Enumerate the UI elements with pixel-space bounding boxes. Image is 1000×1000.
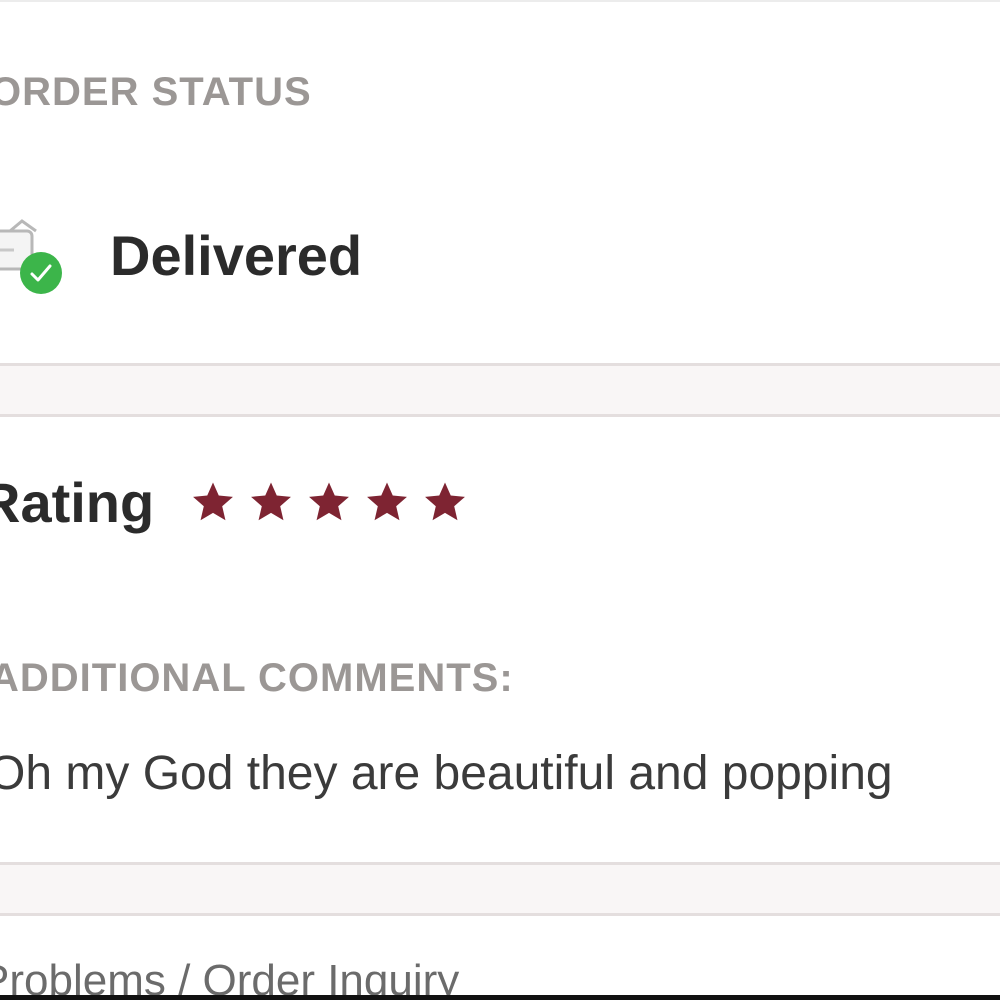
star-icon: [367, 482, 408, 521]
status-row: Delivered: [0, 200, 362, 310]
star-icon: [425, 482, 466, 521]
star-icon: [309, 482, 350, 521]
check-badge-icon: [20, 252, 62, 294]
order-detail-screen: ORDER STATUS Delivered Rating ADDITIONAL…: [0, 0, 1000, 1000]
star-rating: [190, 479, 480, 525]
bottom-edge: [0, 995, 1000, 1000]
top-divider: [0, 0, 1000, 2]
delivery-truck-icon: [0, 215, 65, 295]
delivery-status-text: Delivered: [110, 223, 363, 287]
order-inquiry-link[interactable]: Problems / Order Inquiry: [0, 956, 459, 1000]
star-icon: [251, 482, 292, 521]
rating-label: Rating: [0, 470, 155, 534]
star-icon: [193, 482, 234, 521]
section-divider: [0, 363, 1000, 417]
additional-comments-heading: ADDITIONAL COMMENTS:: [0, 656, 514, 700]
order-status-heading: ORDER STATUS: [0, 70, 312, 114]
section-divider: [0, 862, 1000, 916]
rating-row: Rating: [0, 462, 480, 542]
comment-text: Oh my God they are beautiful and popping: [0, 747, 893, 800]
